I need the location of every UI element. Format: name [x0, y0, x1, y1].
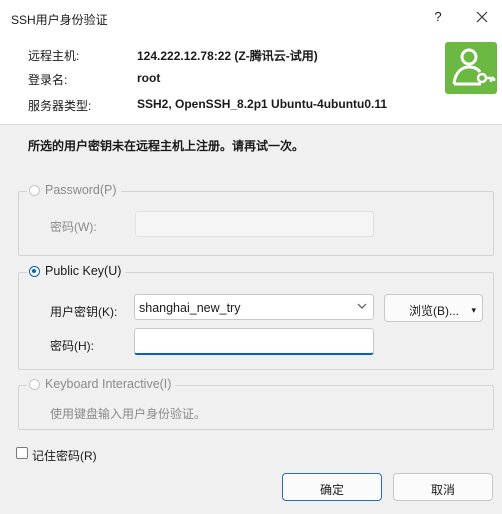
- remote-host-value: 124.222.12.78:22 (Z-腾讯云-试用): [137, 49, 318, 63]
- close-icon[interactable]: [474, 9, 490, 25]
- password-radio[interactable]: Password(P): [27, 183, 121, 197]
- user-key-label: 用户密钥(K):: [50, 305, 118, 319]
- keyboard-interactive-label: Keyboard Interactive(I): [45, 377, 172, 391]
- publickey-radio-label: Public Key(U): [45, 264, 122, 278]
- cancel-button-label: 取消: [430, 483, 455, 497]
- key-password-input[interactable]: [134, 328, 374, 355]
- help-button[interactable]: ?: [432, 9, 444, 24]
- keyboard-interactive-group: Keyboard Interactive(I) 使用键盘输入用户身份验证。: [18, 377, 494, 430]
- publickey-group: Public Key(U) 用户密钥(K): shanghai_new_try …: [18, 264, 494, 370]
- keyboard-interactive-radio[interactable]: Keyboard Interactive(I): [27, 377, 176, 391]
- remote-host-label: 远程主机:: [28, 49, 80, 63]
- password-field-label: 密码(W):: [50, 220, 97, 234]
- password-group: Password(P) 密码(W):: [18, 183, 494, 256]
- title-bar: SSH用户身份验证 ?: [0, 0, 502, 36]
- window-title: SSH用户身份验证: [11, 13, 108, 27]
- key-password-label: 密码(H):: [50, 339, 94, 353]
- ok-button-label: 确定: [319, 483, 344, 497]
- server-type-label: 服务器类型:: [28, 99, 92, 113]
- keyboard-interactive-description: 使用键盘输入用户身份验证。: [50, 407, 207, 421]
- remember-password-label: 记住密码(R): [32, 449, 97, 463]
- error-message: 所选的用户密钥未在远程主机上注册。请再试一次。: [28, 139, 305, 153]
- radio-indicator: [29, 265, 40, 277]
- remember-password-checkbox[interactable]: [16, 447, 28, 459]
- password-field: [135, 211, 374, 237]
- user-key-value: shanghai_new_try: [139, 301, 241, 315]
- login-name-value: root: [137, 71, 161, 85]
- radio-indicator: [29, 378, 40, 390]
- connection-info: 远程主机: 124.222.12.78:22 (Z-腾讯云-试用) 登录名: r…: [0, 36, 502, 125]
- chevron-down-icon: [357, 303, 367, 309]
- browse-button[interactable]: 浏览(B)... ▾: [384, 294, 483, 322]
- cancel-button[interactable]: 取消: [393, 473, 493, 501]
- browse-button-label: 浏览(B)...: [409, 304, 459, 318]
- user-key-icon: [445, 42, 497, 94]
- ok-button[interactable]: 确定: [282, 473, 382, 501]
- login-name-label: 登录名:: [28, 73, 68, 87]
- dropdown-arrow-icon: ▾: [471, 305, 476, 315]
- password-radio-label: Password(P): [45, 183, 117, 197]
- ssh-auth-dialog: SSH用户身份验证 ? 远程主机: 124.222.12.78:22 (Z-腾讯…: [0, 0, 502, 514]
- publickey-radio[interactable]: Public Key(U): [27, 264, 126, 278]
- radio-indicator: [29, 184, 40, 196]
- server-type-value: SSH2, OpenSSH_8.2p1 Ubuntu-4ubuntu0.11: [137, 97, 388, 111]
- user-key-select[interactable]: shanghai_new_try: [134, 294, 374, 320]
